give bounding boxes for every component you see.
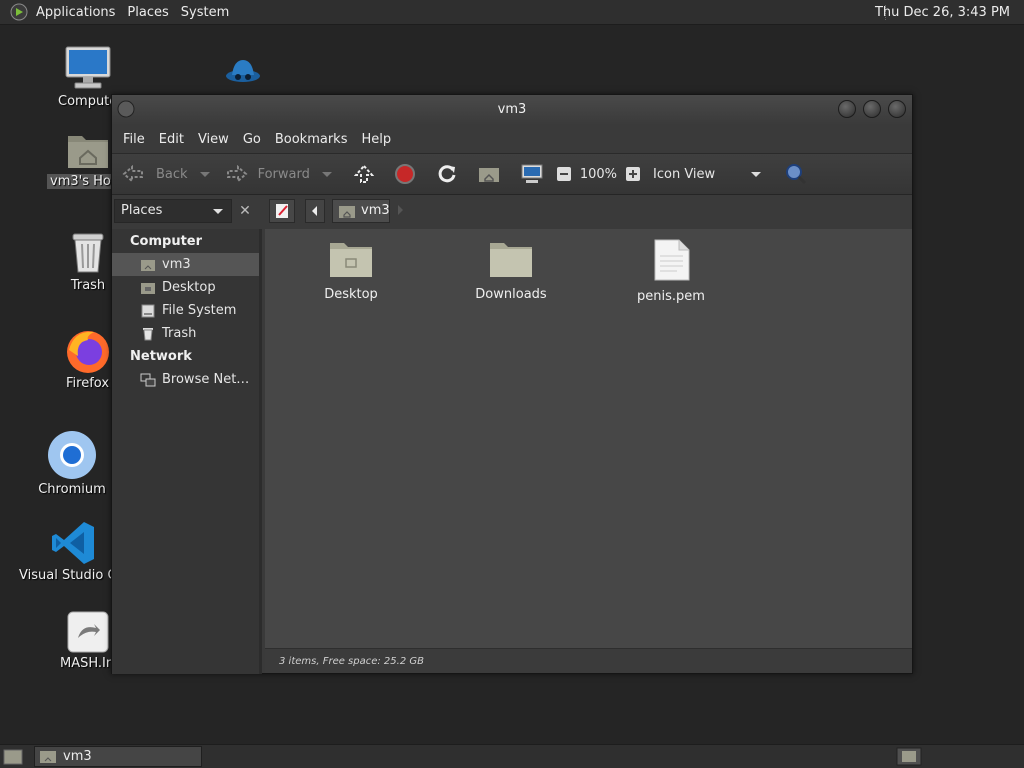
chevron-down-icon xyxy=(213,209,223,214)
computer-button[interactable] xyxy=(520,163,544,185)
desktop-icon-label: Firefox xyxy=(66,376,110,391)
chromium-icon xyxy=(48,431,96,479)
mash-icon xyxy=(67,611,109,653)
zoom-out-icon[interactable] xyxy=(556,166,572,182)
desktop-icon-label: MASH.In xyxy=(60,656,112,671)
file-item-penis-pem[interactable]: penis.pem xyxy=(616,239,726,304)
home-icon xyxy=(141,259,155,271)
workspace-switcher-icon[interactable] xyxy=(896,747,922,766)
zoom-control: 100% xyxy=(556,166,641,182)
breadcrumb-scroll-left-button[interactable] xyxy=(305,199,325,223)
bottom-panel: vm3 xyxy=(0,744,1024,768)
computer-icon xyxy=(65,46,111,89)
firefox-icon xyxy=(67,331,109,373)
sidebar-item-trash[interactable]: Trash xyxy=(112,322,259,345)
forward-button[interactable]: Forward xyxy=(226,165,332,183)
file-manager-window: vm3 File Edit View Go Bookmarks Help Bac… xyxy=(111,94,913,674)
close-sidebar-button[interactable]: ✕ xyxy=(234,199,256,223)
text-file-icon xyxy=(654,239,690,281)
sidebar-item-browse-network[interactable]: Browse Net… xyxy=(112,368,259,391)
drive-icon xyxy=(141,304,155,317)
taskbar-item-vm3[interactable]: vm3 xyxy=(34,746,202,767)
back-arrow-icon xyxy=(122,165,143,183)
sidebar-header-computer: Computer xyxy=(130,234,203,249)
desktop-folder-icon xyxy=(330,243,372,277)
window-menubar: File Edit View Go Bookmarks Help xyxy=(112,125,912,153)
mate-logo-icon[interactable] xyxy=(10,3,28,21)
desktop-icon xyxy=(141,282,155,294)
places-sidebar: Computer vm3 Desktop File System Trash N… xyxy=(112,229,262,674)
sidebar-item-desktop[interactable]: Desktop xyxy=(112,276,259,299)
stop-icon xyxy=(394,164,415,184)
file-icon-view[interactable]: Desktop Downloads penis.pem xyxy=(265,229,912,648)
home-folder-icon xyxy=(40,751,56,763)
trash-icon xyxy=(72,233,104,273)
trash-icon xyxy=(143,327,153,340)
home-icon xyxy=(339,206,355,218)
sidebar-type-select[interactable]: Places xyxy=(114,199,232,223)
network-icon xyxy=(140,373,156,386)
top-menubar: Applications Places System xyxy=(30,0,235,25)
menu-help[interactable]: Help xyxy=(355,132,397,147)
system-menu[interactable]: System xyxy=(175,0,235,25)
applications-menu[interactable]: Applications xyxy=(30,0,121,25)
desktop-icon-vscode[interactable]: Visual Studio Co xyxy=(19,520,124,583)
menu-file[interactable]: File xyxy=(117,132,151,147)
breadcrumb-scroll-right-button[interactable] xyxy=(398,205,403,215)
zoom-level[interactable]: 100% xyxy=(580,167,617,182)
back-button[interactable]: Back xyxy=(122,165,210,183)
forward-history-dropdown[interactable] xyxy=(321,171,332,177)
stop-button[interactable] xyxy=(394,163,416,185)
vscode-icon xyxy=(52,522,94,564)
menu-view[interactable]: View xyxy=(192,132,235,147)
minimize-button[interactable] xyxy=(838,100,856,118)
back-history-dropdown[interactable] xyxy=(199,171,210,177)
edit-icon xyxy=(276,204,288,218)
breadcrumb-vm3[interactable]: vm3 xyxy=(332,199,390,223)
sidebar-item-file-system[interactable]: File System xyxy=(112,299,259,322)
toolbar: Back Forward 100% Icon View xyxy=(112,153,912,195)
window-title: vm3 xyxy=(497,102,527,117)
places-menu[interactable]: Places xyxy=(121,0,174,25)
file-item-desktop[interactable]: Desktop xyxy=(296,239,406,302)
top-panel: Applications Places System Thu Dec 26, 3… xyxy=(0,0,1024,25)
close-button[interactable] xyxy=(888,100,906,118)
clock[interactable]: Thu Dec 26, 3:43 PM xyxy=(875,0,1010,25)
home-folder-icon xyxy=(68,136,108,168)
menu-bookmarks[interactable]: Bookmarks xyxy=(269,132,354,147)
forward-arrow-icon xyxy=(226,165,248,183)
computer-icon xyxy=(521,164,543,183)
show-desktop-icon[interactable] xyxy=(3,748,23,765)
location-bar: Places ✕ vm3 xyxy=(112,195,912,227)
sidebar-item-vm3[interactable]: vm3 xyxy=(112,253,259,276)
sidebar-header-network: Network xyxy=(130,349,192,364)
desktop-icon-label: Compute xyxy=(58,94,114,109)
zoom-in-icon[interactable] xyxy=(625,166,641,182)
desktop-icon-chromium[interactable]: Chromium xyxy=(22,430,122,497)
status-bar: 3 items, Free space: 25.2 GB xyxy=(265,648,912,673)
toggle-location-entry-button[interactable] xyxy=(269,199,295,223)
maximize-button[interactable] xyxy=(863,100,881,118)
hacker-hat-icon[interactable] xyxy=(224,56,262,90)
menu-edit[interactable]: Edit xyxy=(153,132,190,147)
folder-icon xyxy=(490,243,532,277)
menu-go[interactable]: Go xyxy=(237,132,267,147)
view-mode-select[interactable]: Icon View xyxy=(653,167,762,182)
chevron-down-icon xyxy=(751,171,762,177)
reload-button[interactable] xyxy=(436,163,458,185)
home-button[interactable] xyxy=(478,164,500,184)
window-menu-icon[interactable] xyxy=(117,100,135,118)
search-icon xyxy=(786,164,807,185)
up-button[interactable] xyxy=(353,164,374,184)
home-folder-icon xyxy=(478,168,499,182)
desktop-icon-label: Chromium xyxy=(38,482,106,497)
search-button[interactable] xyxy=(785,163,807,185)
file-item-downloads[interactable]: Downloads xyxy=(456,239,566,302)
window-titlebar[interactable]: vm3 xyxy=(112,95,912,125)
up-arrow-icon xyxy=(353,164,374,183)
chevron-left-icon xyxy=(312,206,317,216)
desktop-icon-label: Visual Studio Co xyxy=(19,568,123,583)
reload-icon xyxy=(438,165,456,183)
